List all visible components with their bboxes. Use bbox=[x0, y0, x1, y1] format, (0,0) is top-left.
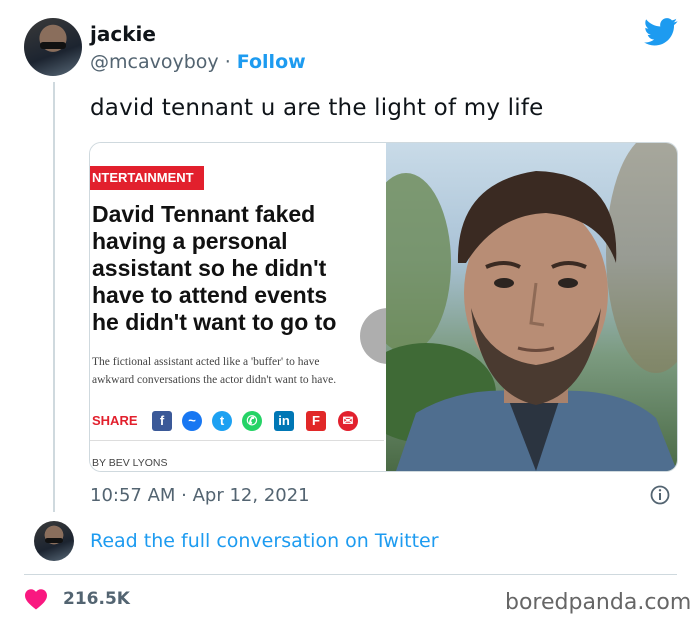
watermark: boredpanda.com bbox=[505, 590, 692, 615]
tweet-timestamp[interactable]: 10:57 AM · Apr 12, 2021 bbox=[90, 485, 310, 506]
subheading-line: The fictional assistant acted like a 'bu… bbox=[92, 356, 320, 368]
category-tag: NTERTAINMENT bbox=[90, 166, 204, 190]
article-screenshot: NTERTAINMENT David Tennant faked having … bbox=[90, 143, 416, 471]
article-subheading: The fictional assistant acted like a 'bu… bbox=[92, 353, 382, 389]
handle-separator: · bbox=[224, 51, 231, 73]
headline-line: he didn't want to go to bbox=[92, 309, 337, 335]
tweet-text: david tennant u are the light of my life bbox=[90, 95, 544, 121]
info-icon[interactable] bbox=[650, 485, 670, 505]
footer-divider bbox=[24, 574, 677, 575]
whatsapp-icon: ✆ bbox=[242, 411, 262, 431]
read-full-conversation-link[interactable]: Read the full conversation on Twitter bbox=[90, 530, 439, 552]
article-byline: BY BEV LYONS bbox=[92, 457, 168, 469]
subheading-line: awkward conversations the actor didn't w… bbox=[92, 374, 337, 386]
reply-avatar[interactable] bbox=[34, 521, 74, 561]
headline-line: having a personal bbox=[92, 228, 288, 254]
article-headline: David Tennant faked having a personal as… bbox=[92, 201, 384, 336]
email-icon: ✉ bbox=[338, 411, 358, 431]
flipboard-icon: F bbox=[306, 411, 326, 431]
headline-line: have to attend events bbox=[92, 282, 328, 308]
headline-line: assistant so he didn't bbox=[92, 255, 327, 281]
share-label: SHARE bbox=[92, 413, 138, 428]
heart-icon[interactable] bbox=[24, 588, 48, 610]
author-name[interactable]: jackie bbox=[90, 22, 156, 46]
linkedin-icon: in bbox=[274, 411, 294, 431]
facebook-icon: f bbox=[152, 411, 172, 431]
author-avatar[interactable] bbox=[24, 18, 82, 76]
tweet-media[interactable]: NTERTAINMENT David Tennant faked having … bbox=[89, 142, 678, 472]
thread-line bbox=[53, 82, 55, 512]
twitter-icon: t bbox=[212, 411, 232, 431]
selfie-photo bbox=[386, 143, 677, 471]
author-handle-row: @mcavoyboy · Follow bbox=[90, 51, 306, 73]
headline-line: David Tennant faked bbox=[92, 201, 316, 227]
author-handle[interactable]: @mcavoyboy bbox=[90, 51, 219, 73]
messenger-icon: ~ bbox=[182, 411, 202, 431]
article-divider bbox=[90, 440, 384, 441]
share-row: SHARE f ~ t ✆ in F ✉ bbox=[92, 409, 382, 433]
like-count[interactable]: 216.5K bbox=[63, 589, 130, 609]
selfie-photo-drawing bbox=[386, 143, 677, 471]
sunglasses-shape bbox=[45, 537, 63, 543]
sunglasses-shape bbox=[40, 42, 66, 50]
follow-button[interactable]: Follow bbox=[237, 51, 306, 73]
twitter-bird-icon[interactable] bbox=[644, 18, 678, 46]
